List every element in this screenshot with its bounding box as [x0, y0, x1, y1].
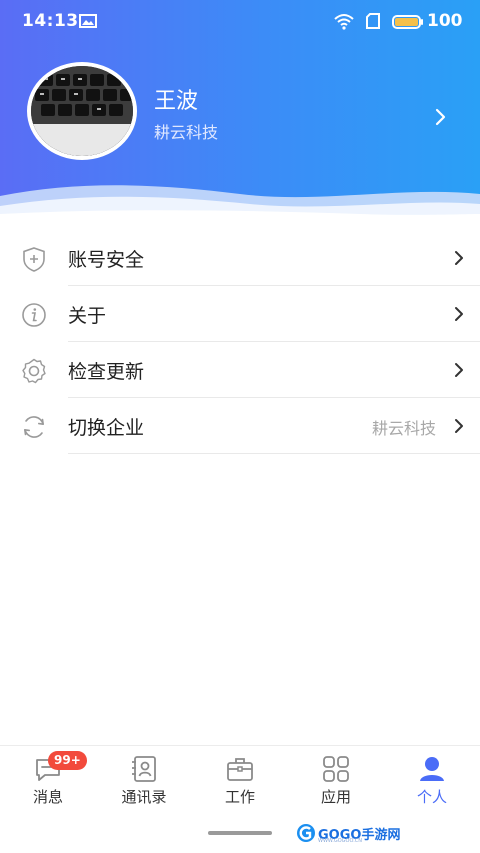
profile-header: 14:13 100 王波 耕云科技 — [0, 0, 480, 215]
menu-item-label: 检查更新 — [68, 361, 145, 383]
menu-item-check-update[interactable]: 检查更新 — [0, 342, 480, 398]
chevron-right-icon — [455, 307, 463, 321]
menu-item-switch-company[interactable]: 切换企业 耕云科技 — [0, 398, 480, 454]
contacts-icon — [132, 756, 156, 782]
image-notification-icon — [79, 14, 97, 28]
tab-personal[interactable]: 个人 — [384, 746, 480, 814]
tab-apps[interactable]: 应用 — [288, 746, 384, 814]
chevron-right-icon — [455, 363, 463, 377]
menu-item-about[interactable]: 关于 — [0, 286, 480, 342]
tab-messages[interactable]: 99+ 消息 — [0, 746, 96, 814]
divider — [68, 453, 480, 454]
tab-label: 消息 — [32, 788, 63, 806]
tab-label: 应用 — [320, 788, 351, 806]
apps-grid-icon — [323, 756, 349, 782]
shield-plus-icon — [23, 247, 45, 272]
settings-menu: 账号安全 关于 检查更新 切换企业 耕云科技 — [0, 230, 480, 454]
unread-badge: 99+ — [48, 751, 87, 770]
tab-label: 工作 — [224, 788, 255, 806]
status-bar: 14:13 100 — [0, 0, 480, 44]
briefcase-icon — [227, 758, 253, 781]
watermark-icon — [297, 824, 315, 842]
wifi-icon — [334, 14, 354, 30]
profile-company: 耕云科技 — [154, 123, 219, 142]
battery-level: 100 — [427, 11, 463, 31]
menu-item-account-security[interactable]: 账号安全 — [0, 230, 480, 286]
sim-card-icon — [366, 13, 380, 29]
battery-icon — [392, 15, 423, 29]
avatar[interactable] — [27, 62, 137, 160]
chevron-right-icon — [455, 251, 463, 265]
tab-label: 个人 — [416, 788, 447, 806]
keyboard-photo — [31, 66, 133, 156]
gear-icon — [22, 358, 46, 384]
status-time: 14:13 — [22, 11, 79, 31]
tab-work[interactable]: 工作 — [192, 746, 288, 814]
home-indicator[interactable] — [208, 831, 272, 835]
profile-name: 王波 — [154, 89, 199, 114]
bottom-tab-bar: 99+ 消息 通讯录 工作 应用 个人 — [0, 745, 480, 814]
header-wave — [0, 185, 480, 215]
current-company-value: 耕云科技 — [371, 419, 436, 438]
refresh-icon — [24, 416, 44, 438]
info-icon — [22, 303, 46, 327]
tab-label: 通讯录 — [121, 788, 167, 806]
menu-item-label: 关于 — [68, 305, 107, 327]
chevron-right-icon — [455, 419, 463, 433]
menu-item-label: 切换企业 — [68, 417, 145, 439]
tab-contacts[interactable]: 通讯录 — [96, 746, 192, 814]
watermark-logo: GOGO手游网 WWW.GOGOO.CN — [296, 822, 400, 844]
menu-item-label: 账号安全 — [68, 249, 145, 271]
person-icon — [420, 757, 444, 781]
chevron-right-icon[interactable] — [435, 108, 447, 126]
watermark-subtext: WWW.GOGOO.CN — [318, 838, 363, 844]
